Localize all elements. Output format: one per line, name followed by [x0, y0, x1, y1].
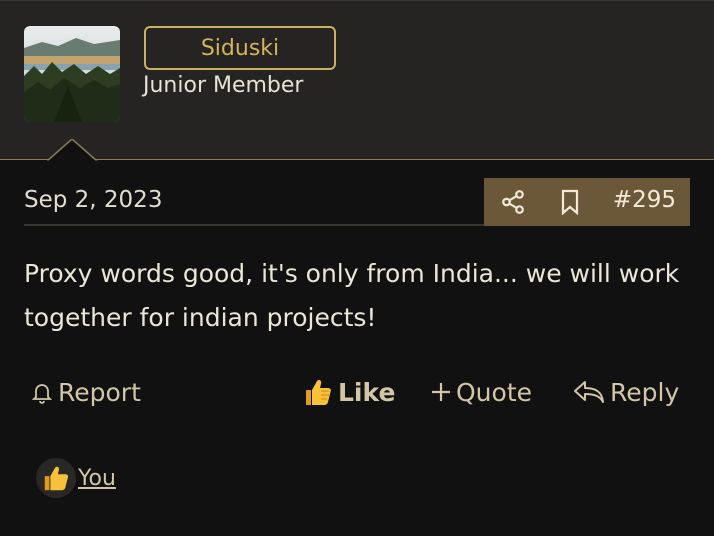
like-button[interactable]: Like [302, 370, 395, 414]
post-meta-row: Sep 2, 2023 #295 [24, 178, 690, 226]
reply-button[interactable]: Reply [572, 370, 679, 414]
post-message: Proxy words good, it's only from India..… [24, 259, 680, 332]
plus-icon [430, 381, 452, 403]
post-actions-bar: Report Like Quote Reply [24, 370, 690, 414]
author-member-title: Junior Member [143, 73, 304, 98]
post-number-link[interactable]: #295 [613, 187, 676, 213]
bell-icon [30, 380, 54, 404]
like-label: Like [338, 377, 396, 407]
author-avatar[interactable] [24, 26, 120, 122]
quote-button[interactable]: Quote [430, 370, 532, 414]
post-date[interactable]: Sep 2, 2023 [24, 187, 162, 213]
reply-label: Reply [610, 377, 680, 407]
report-button[interactable]: Report [30, 370, 141, 414]
reply-arrow-icon [572, 378, 606, 406]
reaction-user-link[interactable]: You [78, 466, 116, 491]
thumbs-up-icon [302, 376, 334, 408]
thumbs-up-reaction-icon[interactable] [36, 458, 76, 498]
post-author-header: Siduski Junior Member [0, 0, 714, 163]
author-username[interactable]: Siduski [144, 26, 336, 70]
bookmark-icon[interactable] [558, 189, 582, 219]
quote-label: Quote [456, 377, 533, 407]
report-label: Report [58, 377, 141, 407]
reactions-bar: You [36, 458, 116, 498]
landscape-avatar-icon [24, 26, 120, 122]
share-icon[interactable] [500, 189, 526, 219]
post-action-box: #295 [484, 178, 690, 226]
